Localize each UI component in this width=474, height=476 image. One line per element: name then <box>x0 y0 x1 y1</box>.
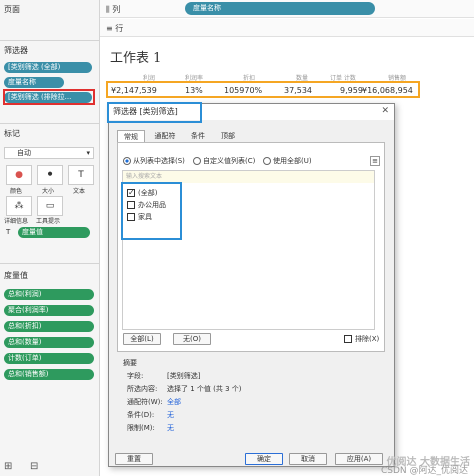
highlight-red-box <box>3 89 95 105</box>
radio-select-from-list[interactable]: 从列表中选择(S) <box>123 156 185 166</box>
checkbox-unchecked <box>344 335 352 343</box>
columns-label: 列 <box>112 5 121 14</box>
tooltip-icon: ▭ <box>45 201 55 211</box>
filter-pill-category-all[interactable]: [类别筛选 (全部) <box>4 62 92 73</box>
new-dashboard-icon[interactable]: ⊟ <box>30 461 38 472</box>
tab-top[interactable]: 顶部 <box>217 130 239 142</box>
tooltip-label: 工具提示 <box>36 218 61 225</box>
detail-label: 详细信息 <box>4 218 29 225</box>
text-button[interactable]: T <box>68 165 94 185</box>
summary-row-condition: 条件(D): 无 <box>127 411 174 419</box>
summary-row-limit: 限制(M): 无 <box>127 424 174 432</box>
detail-icon: ⁂ <box>14 201 24 211</box>
text-icon: T <box>78 170 84 180</box>
radio-dot-selected <box>123 157 131 165</box>
csdn-watermark: CSDN @阿达_优阅达 <box>380 466 468 476</box>
reset-button[interactable]: 重置 <box>115 453 153 465</box>
measure-pill-sales[interactable]: 总和(销售额) <box>4 369 94 380</box>
cancel-button[interactable]: 取消 <box>289 453 327 465</box>
radio-dot <box>193 157 201 165</box>
summary-row-wildcard: 通配符(W): 全部 <box>127 398 181 406</box>
rows-icon: ≡ <box>106 24 113 33</box>
summary-title: 摘要 <box>123 359 137 367</box>
size-label: 大小 <box>42 188 55 195</box>
tab-wildcard[interactable]: 通配符 <box>151 130 179 142</box>
tooltip-button[interactable]: ▭ <box>37 196 63 216</box>
color-label: 颜色 <box>10 188 23 195</box>
radio-custom-list[interactable]: 自定义值列表(C) <box>193 156 255 166</box>
highlight-blue-title <box>107 102 202 123</box>
highlight-blue-list <box>121 182 182 240</box>
filters-label: 筛选器 <box>4 46 28 55</box>
filter-dialog: 筛选器 [类别筛选] ✕ 常规 通配符 条件 顶部 从列表中选择(S) 自定义值… <box>107 102 395 467</box>
close-icon[interactable]: ✕ <box>381 106 389 116</box>
apply-button[interactable]: 应用(A) <box>335 453 383 465</box>
select-none-button[interactable]: 无(O) <box>173 333 211 345</box>
marks-label: 标记 <box>4 129 20 138</box>
summary-row-field: 字段: [类别筛选] <box>127 372 201 380</box>
left-pane: 页面 筛选器 [类别筛选 (全部) 度量名称 [类别筛选 (排除拉... 标记 … <box>0 0 100 476</box>
list-options-icon[interactable]: ≡ <box>370 156 380 166</box>
mark-type-value: 自动 <box>17 149 31 157</box>
summary-row-selection: 所选内容: 选择了 1 个值 (共 3 个) <box>127 385 242 393</box>
columns-shelf[interactable]: ⫼ 列 度量名称 <box>100 0 474 18</box>
tab-general[interactable]: 常规 <box>117 130 145 142</box>
measure-pill-quantity[interactable]: 总和(数量) <box>4 337 94 348</box>
radio-dot <box>263 157 271 165</box>
worksheet-title: 工作表 1 <box>110 51 162 66</box>
mark-pill-measure-values[interactable]: 度量值 <box>18 227 90 238</box>
rows-shelf[interactable]: ≡ 行 <box>100 19 474 37</box>
columns-pill-measure-names[interactable]: 度量名称 <box>185 2 375 15</box>
size-button[interactable]: ⚫ <box>37 165 63 185</box>
color-icon: ● <box>15 170 23 180</box>
chevron-down-icon: ▾ <box>86 149 90 157</box>
exclude-checkbox[interactable]: 排除(X) <box>344 334 379 344</box>
pages-label: 页面 <box>4 5 20 14</box>
size-icon: ⚫ <box>46 170 54 180</box>
highlight-orange-box <box>106 81 420 98</box>
measure-pill-discount[interactable]: 总和(折扣) <box>4 321 94 332</box>
radio-custom-label: 自定义值列表(C) <box>203 157 256 165</box>
radio-all-label: 使用全部(U) <box>273 157 312 165</box>
columns-icon: ⫼ <box>106 5 110 14</box>
radio-list-label: 从列表中选择(S) <box>133 157 185 165</box>
tab-condition[interactable]: 条件 <box>187 130 209 142</box>
radio-use-all[interactable]: 使用全部(U) <box>263 156 312 166</box>
text-mark-icon: T <box>6 228 11 236</box>
select-all-button[interactable]: 全部(L) <box>123 333 161 345</box>
measure-pill-profit[interactable]: 总和(利润) <box>4 289 94 300</box>
measure-pill-order-count[interactable]: 计数(订单) <box>4 353 94 364</box>
rows-label: 行 <box>115 24 124 33</box>
measure-pill-profit-ratio[interactable]: 聚合(利润率) <box>4 305 94 316</box>
measure-values-label: 度量值 <box>4 271 28 280</box>
ok-button[interactable]: 确定 <box>245 453 283 465</box>
mark-type-select[interactable]: 自动 ▾ <box>4 147 94 159</box>
color-button[interactable]: ● <box>6 165 32 185</box>
filter-pill-measure-names[interactable]: 度量名称 <box>4 77 64 88</box>
new-sheet-icon[interactable]: ⊞ <box>4 461 12 472</box>
text-label: 文本 <box>73 188 86 195</box>
detail-button[interactable]: ⁂ <box>6 196 32 216</box>
exclude-label: 排除(X) <box>355 335 380 343</box>
